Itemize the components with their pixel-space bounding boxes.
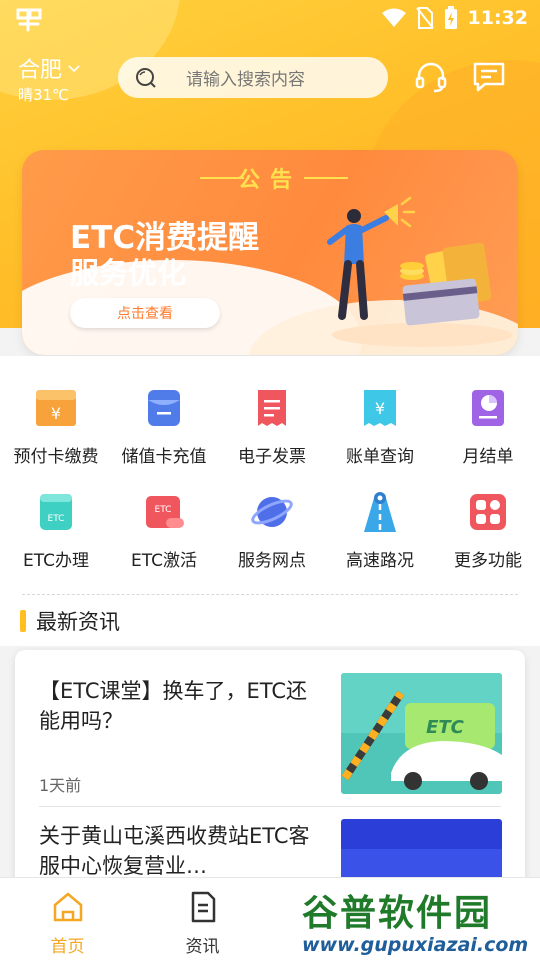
- service-outlet-icon: [251, 497, 293, 527]
- service-e-invoice[interactable]: 电子发票: [218, 386, 326, 467]
- more-functions-icon: [470, 494, 506, 530]
- top-header: 合肥 晴31℃ 请输入搜索内容: [0, 48, 540, 108]
- home-icon: [53, 892, 82, 922]
- service-label: ETC激活: [131, 551, 197, 571]
- city-name: 合肥: [18, 58, 63, 83]
- service-label: 服务网点: [238, 551, 306, 571]
- svg-text:ETC: ETC: [426, 717, 465, 738]
- watermark-logo: 谷普软件园 www.gupuxiazai.com: [296, 882, 540, 960]
- stored-value-card-icon: [148, 390, 180, 426]
- service-label: ETC办理: [23, 551, 89, 571]
- city-selector[interactable]: 合肥: [18, 52, 80, 84]
- section-accent-bar: [20, 610, 26, 632]
- service-label: 高速路况: [346, 551, 414, 571]
- app-logo-icon: [16, 8, 42, 32]
- watermark-title: 谷普软件园: [302, 893, 493, 934]
- search-icon: [136, 67, 156, 88]
- service-etc-activate[interactable]: ETC ETC激活: [110, 490, 218, 571]
- news-item-time: 1天前: [39, 776, 82, 795]
- highway-traffic-icon: [364, 492, 396, 532]
- monthly-statement-icon: [472, 390, 504, 426]
- news-list: 【ETC课堂】换车了，ETC还能用吗？ 1天前 ETC 关于黄山屯溪西收费站ET…: [15, 650, 525, 890]
- news-item-title: 【ETC课堂】换车了，ETC还能用吗？: [39, 679, 308, 733]
- news-icon: [191, 891, 215, 923]
- banner-subheadline: 服务优化: [70, 256, 187, 290]
- news-section-header: 最新资讯: [0, 600, 540, 646]
- wifi-icon: [381, 8, 406, 27]
- service-stored-value-card[interactable]: 储值卡充值: [110, 386, 218, 467]
- news-thumbnail-image: ETC: [341, 673, 502, 794]
- service-monthly-statement[interactable]: 月结单: [434, 386, 540, 467]
- watermark-url: www.gupuxiazai.com: [302, 934, 529, 956]
- service-etc-apply[interactable]: ETC ETC办理: [2, 490, 110, 571]
- news-section-title: 最新资讯: [36, 610, 120, 634]
- etc-activate-icon: ETC: [146, 496, 184, 528]
- chevron-down-icon: [68, 65, 80, 73]
- news-item[interactable]: 【ETC课堂】换车了，ETC还能用吗？ 1天前 ETC: [15, 650, 525, 806]
- bill-query-icon: ¥: [364, 390, 396, 426]
- customer-service-icon[interactable]: [414, 60, 448, 94]
- service-bill-query[interactable]: ¥ 账单查询: [326, 386, 434, 467]
- svg-text:ETC: ETC: [48, 514, 65, 524]
- e-invoice-icon: [258, 390, 286, 426]
- search-placeholder: 请输入搜索内容: [186, 70, 305, 90]
- battery-charging-icon: [444, 6, 457, 29]
- section-divider: [22, 594, 518, 595]
- svg-text:¥: ¥: [375, 399, 385, 418]
- service-outlet[interactable]: 服务网点: [218, 490, 326, 571]
- svg-text:¥: ¥: [51, 404, 61, 423]
- service-grid: ¥ 预付卡缴费 储值卡充值 电子发票 ¥ 账单查询 月结单 ETC ETC办理 …: [0, 356, 540, 600]
- status-bar: 11:32: [0, 0, 540, 38]
- service-label: 储值卡充值: [121, 447, 207, 467]
- service-prepaid-card[interactable]: ¥ 预付卡缴费: [2, 386, 110, 467]
- tab-news[interactable]: 资讯: [135, 878, 270, 960]
- news-item-title: 关于黄山屯溪西收费站ETC客服中心恢复营业…: [39, 824, 310, 878]
- weather-text: 晴31℃: [18, 86, 69, 104]
- service-label: 预付卡缴费: [13, 447, 99, 467]
- service-more-functions[interactable]: 更多功能: [434, 490, 540, 571]
- banner-view-button[interactable]: 点击查看: [70, 298, 220, 328]
- tab-label: 首页: [50, 937, 85, 957]
- tab-label: 资讯: [185, 937, 220, 957]
- prepaid-card-icon: ¥: [36, 390, 76, 426]
- service-label: 月结单: [462, 447, 514, 467]
- message-icon[interactable]: [472, 60, 506, 94]
- banner-illustration: [327, 196, 512, 347]
- etc-apply-icon: ETC: [40, 494, 72, 530]
- notice-banner[interactable]: 公告 ETC消费提醒 服务优化 点击查看: [22, 150, 518, 355]
- service-highway-traffic[interactable]: 高速路况: [326, 490, 434, 571]
- svg-text:ETC: ETC: [155, 505, 172, 515]
- tab-home[interactable]: 首页: [0, 878, 135, 960]
- search-input[interactable]: 请输入搜索内容: [118, 57, 388, 98]
- service-label: 更多功能: [454, 551, 522, 571]
- status-time: 11:32: [467, 7, 528, 29]
- service-label: 账单查询: [346, 447, 414, 467]
- no-sim-icon: [415, 7, 434, 29]
- service-label: 电子发票: [238, 447, 306, 467]
